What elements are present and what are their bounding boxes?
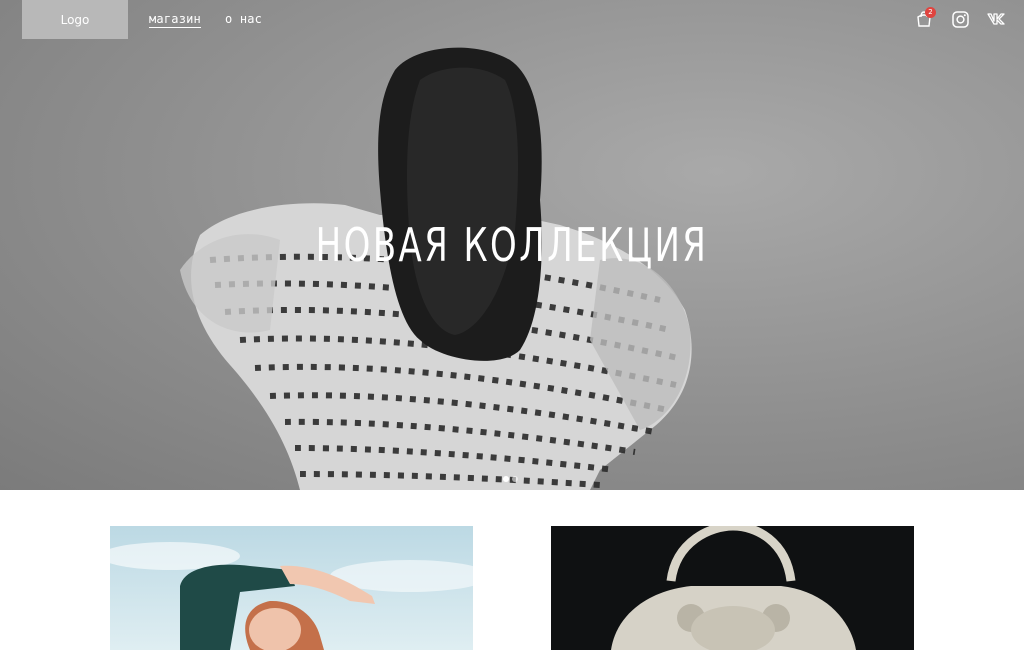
instagram-icon	[951, 10, 969, 28]
slider-dots	[503, 476, 518, 482]
product-image-bag	[551, 526, 914, 650]
nav-link-shop[interactable]: магазин	[149, 12, 201, 28]
logo[interactable]: Logo	[22, 0, 128, 39]
header-icons: 2	[914, 7, 1006, 29]
vk-button[interactable]	[986, 9, 1006, 29]
nav-link-about[interactable]: о нас	[225, 12, 262, 28]
instagram-button[interactable]	[950, 9, 970, 29]
product-card-bag[interactable]	[551, 526, 914, 650]
cart-button[interactable]: 2	[914, 7, 936, 29]
slider-dot-2[interactable]	[512, 476, 518, 482]
hero-banner: Logo магазин о нас 2 НОВАЯ КОЛЛЕКЦИЯ	[0, 0, 1024, 490]
slider-dot-1[interactable]	[503, 476, 509, 482]
main-nav: магазин о нас	[149, 12, 262, 28]
product-image-sweater	[110, 526, 473, 650]
product-card-sweater[interactable]	[110, 526, 473, 650]
cart-count-badge: 2	[925, 7, 936, 18]
vk-icon	[987, 13, 1005, 25]
hero-title: НОВАЯ КОЛЛЕКЦИЯ	[315, 218, 709, 272]
